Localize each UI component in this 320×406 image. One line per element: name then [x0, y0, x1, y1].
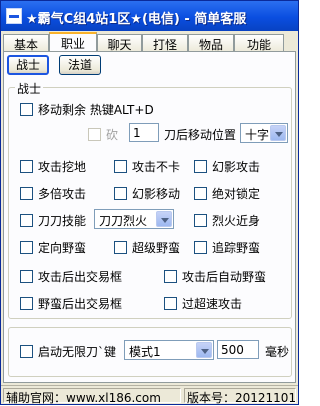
chevron-down-icon[interactable]: [156, 211, 172, 227]
unlimited-blade-label: 启动无限刀`键: [38, 345, 117, 359]
after-move-label: 刀后移动位置: [164, 128, 237, 142]
blade-skill-select[interactable]: 刀刀烈火: [94, 209, 174, 229]
app-icon: [6, 8, 22, 24]
checkbox-box[interactable]: [20, 103, 33, 116]
tab-basic[interactable]: 基本: [3, 34, 49, 52]
blade-skill-value: 刀刀烈火: [99, 214, 148, 228]
multi-attack-label: 多倍攻击: [38, 187, 87, 201]
move-position-select[interactable]: 十字: [240, 123, 288, 143]
multi-attack-checkbox[interactable]: 多倍攻击: [20, 185, 86, 201]
absolute-lock-checkbox[interactable]: 绝对锁定: [194, 185, 260, 201]
status-bar: 辅助官网：www.xl186.com 版本号：20121101: [1, 385, 298, 405]
unlimited-blade-checkbox[interactable]: 启动无限刀`键: [20, 343, 116, 359]
chop-checkbox[interactable]: 砍: [88, 126, 118, 142]
tab-fight[interactable]: 打怪: [142, 34, 188, 52]
mode-select[interactable]: 模式1: [124, 340, 214, 360]
super-beast-label: 超级野蛮: [132, 241, 181, 255]
main-window: ★霸气C组4站1区★(电信) - 简单客服 基本 职业 聊天 打怪 物品 功能 …: [0, 0, 299, 405]
beast-trade-box-label: 野蛮后出交易框: [38, 297, 123, 311]
attack-dig-checkbox[interactable]: 攻击挖地: [20, 158, 86, 174]
beast-trade-box-checkbox[interactable]: 野蛮后出交易框: [20, 295, 122, 311]
phantom-move-label: 幻影移动: [132, 187, 181, 201]
move-remain-checkbox[interactable]: 移动剩余 热键ALT+D: [20, 101, 154, 117]
mode-value: 模式1: [129, 345, 161, 359]
tab-profession[interactable]: 职业: [49, 32, 97, 53]
chop-count-input[interactable]: [129, 123, 159, 142]
fixed-pos-beast-label: 定向野蛮: [38, 241, 87, 255]
tab-chat[interactable]: 聊天: [97, 34, 142, 52]
chase-beast-label: 追踪野蛮: [212, 241, 261, 255]
checkbox-box[interactable]: [164, 270, 177, 283]
attack-trade-box-label: 攻击后出交易框: [38, 270, 123, 284]
fire-close-label: 烈火近身: [212, 214, 261, 228]
checkbox-box[interactable]: [20, 270, 33, 283]
checkbox-box[interactable]: [194, 241, 207, 254]
absolute-lock-label: 绝对锁定: [212, 187, 261, 201]
checkbox-box[interactable]: [114, 160, 127, 173]
move-remain-label: 移动剩余 热键ALT+D: [38, 103, 154, 117]
checkbox-box[interactable]: [20, 214, 33, 227]
tab-functions[interactable]: 功能: [234, 34, 284, 52]
chevron-down-icon[interactable]: [270, 125, 286, 141]
checkbox-box[interactable]: [194, 160, 207, 173]
tab-items[interactable]: 物品: [188, 34, 234, 52]
chevron-down-icon[interactable]: [196, 342, 212, 358]
phantom-attack-label: 幻影攻击: [212, 160, 261, 174]
checkbox-box[interactable]: [164, 297, 177, 310]
profession-panel: 战士 法道 战士 移动剩余 热键ALT+D 砍 刀后移动位置 十字 攻击挖地 攻…: [3, 51, 296, 383]
checkbox-box[interactable]: [194, 187, 207, 200]
attack-auto-beast-checkbox[interactable]: 攻击后自动野蛮: [164, 268, 266, 284]
unlimited-blade-group: 启动无限刀`键 模式1 毫秒: [8, 327, 292, 377]
subtab-mage-taoist[interactable]: 法道: [59, 55, 101, 75]
subtab-warrior[interactable]: 战士: [7, 55, 49, 75]
fire-close-checkbox[interactable]: 烈火近身: [194, 212, 260, 228]
checkbox-box[interactable]: [20, 241, 33, 254]
attack-no-stuck-checkbox[interactable]: 攻击不卡: [114, 158, 180, 174]
tab-strip: 基本 职业 聊天 打怪 物品 功能: [3, 32, 298, 53]
checkbox-box[interactable]: [20, 187, 33, 200]
chase-beast-checkbox[interactable]: 追踪野蛮: [194, 239, 260, 255]
attack-no-stuck-label: 攻击不卡: [132, 160, 181, 174]
ms-unit-label: 毫秒: [265, 345, 290, 359]
version-status: 版本号：20121101: [184, 388, 296, 405]
checkbox-box[interactable]: [20, 297, 33, 310]
interval-ms-input[interactable]: [217, 340, 259, 359]
window-title: ★霸气C组4站1区★(电信) - 简单客服: [26, 12, 247, 27]
warrior-group: 战士 移动剩余 热键ALT+D 砍 刀后移动位置 十字 攻击挖地 攻击不卡 幻影…: [8, 80, 292, 319]
checkbox-box[interactable]: [88, 128, 101, 141]
attack-auto-beast-label: 攻击后自动野蛮: [182, 270, 267, 284]
checkbox-box[interactable]: [20, 345, 33, 358]
phantom-attack-checkbox[interactable]: 幻影攻击: [194, 158, 260, 174]
checkbox-box[interactable]: [20, 160, 33, 173]
fixed-pos-beast-checkbox[interactable]: 定向野蛮: [20, 239, 86, 255]
chop-label: 砍: [106, 128, 119, 142]
checkbox-box[interactable]: [114, 241, 127, 254]
checkbox-box[interactable]: [114, 187, 127, 200]
attack-trade-box-checkbox[interactable]: 攻击后出交易框: [20, 268, 122, 284]
super-speed-attack-checkbox[interactable]: 过超速攻击: [164, 295, 242, 311]
super-beast-checkbox[interactable]: 超级野蛮: [114, 239, 180, 255]
website-status[interactable]: 辅助官网：www.xl186.com: [3, 388, 181, 405]
checkbox-box[interactable]: [194, 214, 207, 227]
warrior-group-label: 战士: [15, 80, 44, 97]
title-bar[interactable]: ★霸气C组4站1区★(电信) - 简单客服: [1, 1, 298, 31]
phantom-move-checkbox[interactable]: 幻影移动: [114, 185, 180, 201]
move-position-value: 十字: [245, 128, 270, 142]
attack-dig-label: 攻击挖地: [38, 160, 87, 174]
blade-skill-label: 刀刀技能: [38, 214, 87, 228]
blade-skill-checkbox[interactable]: 刀刀技能: [20, 212, 86, 228]
super-speed-attack-label: 过超速攻击: [182, 297, 243, 311]
